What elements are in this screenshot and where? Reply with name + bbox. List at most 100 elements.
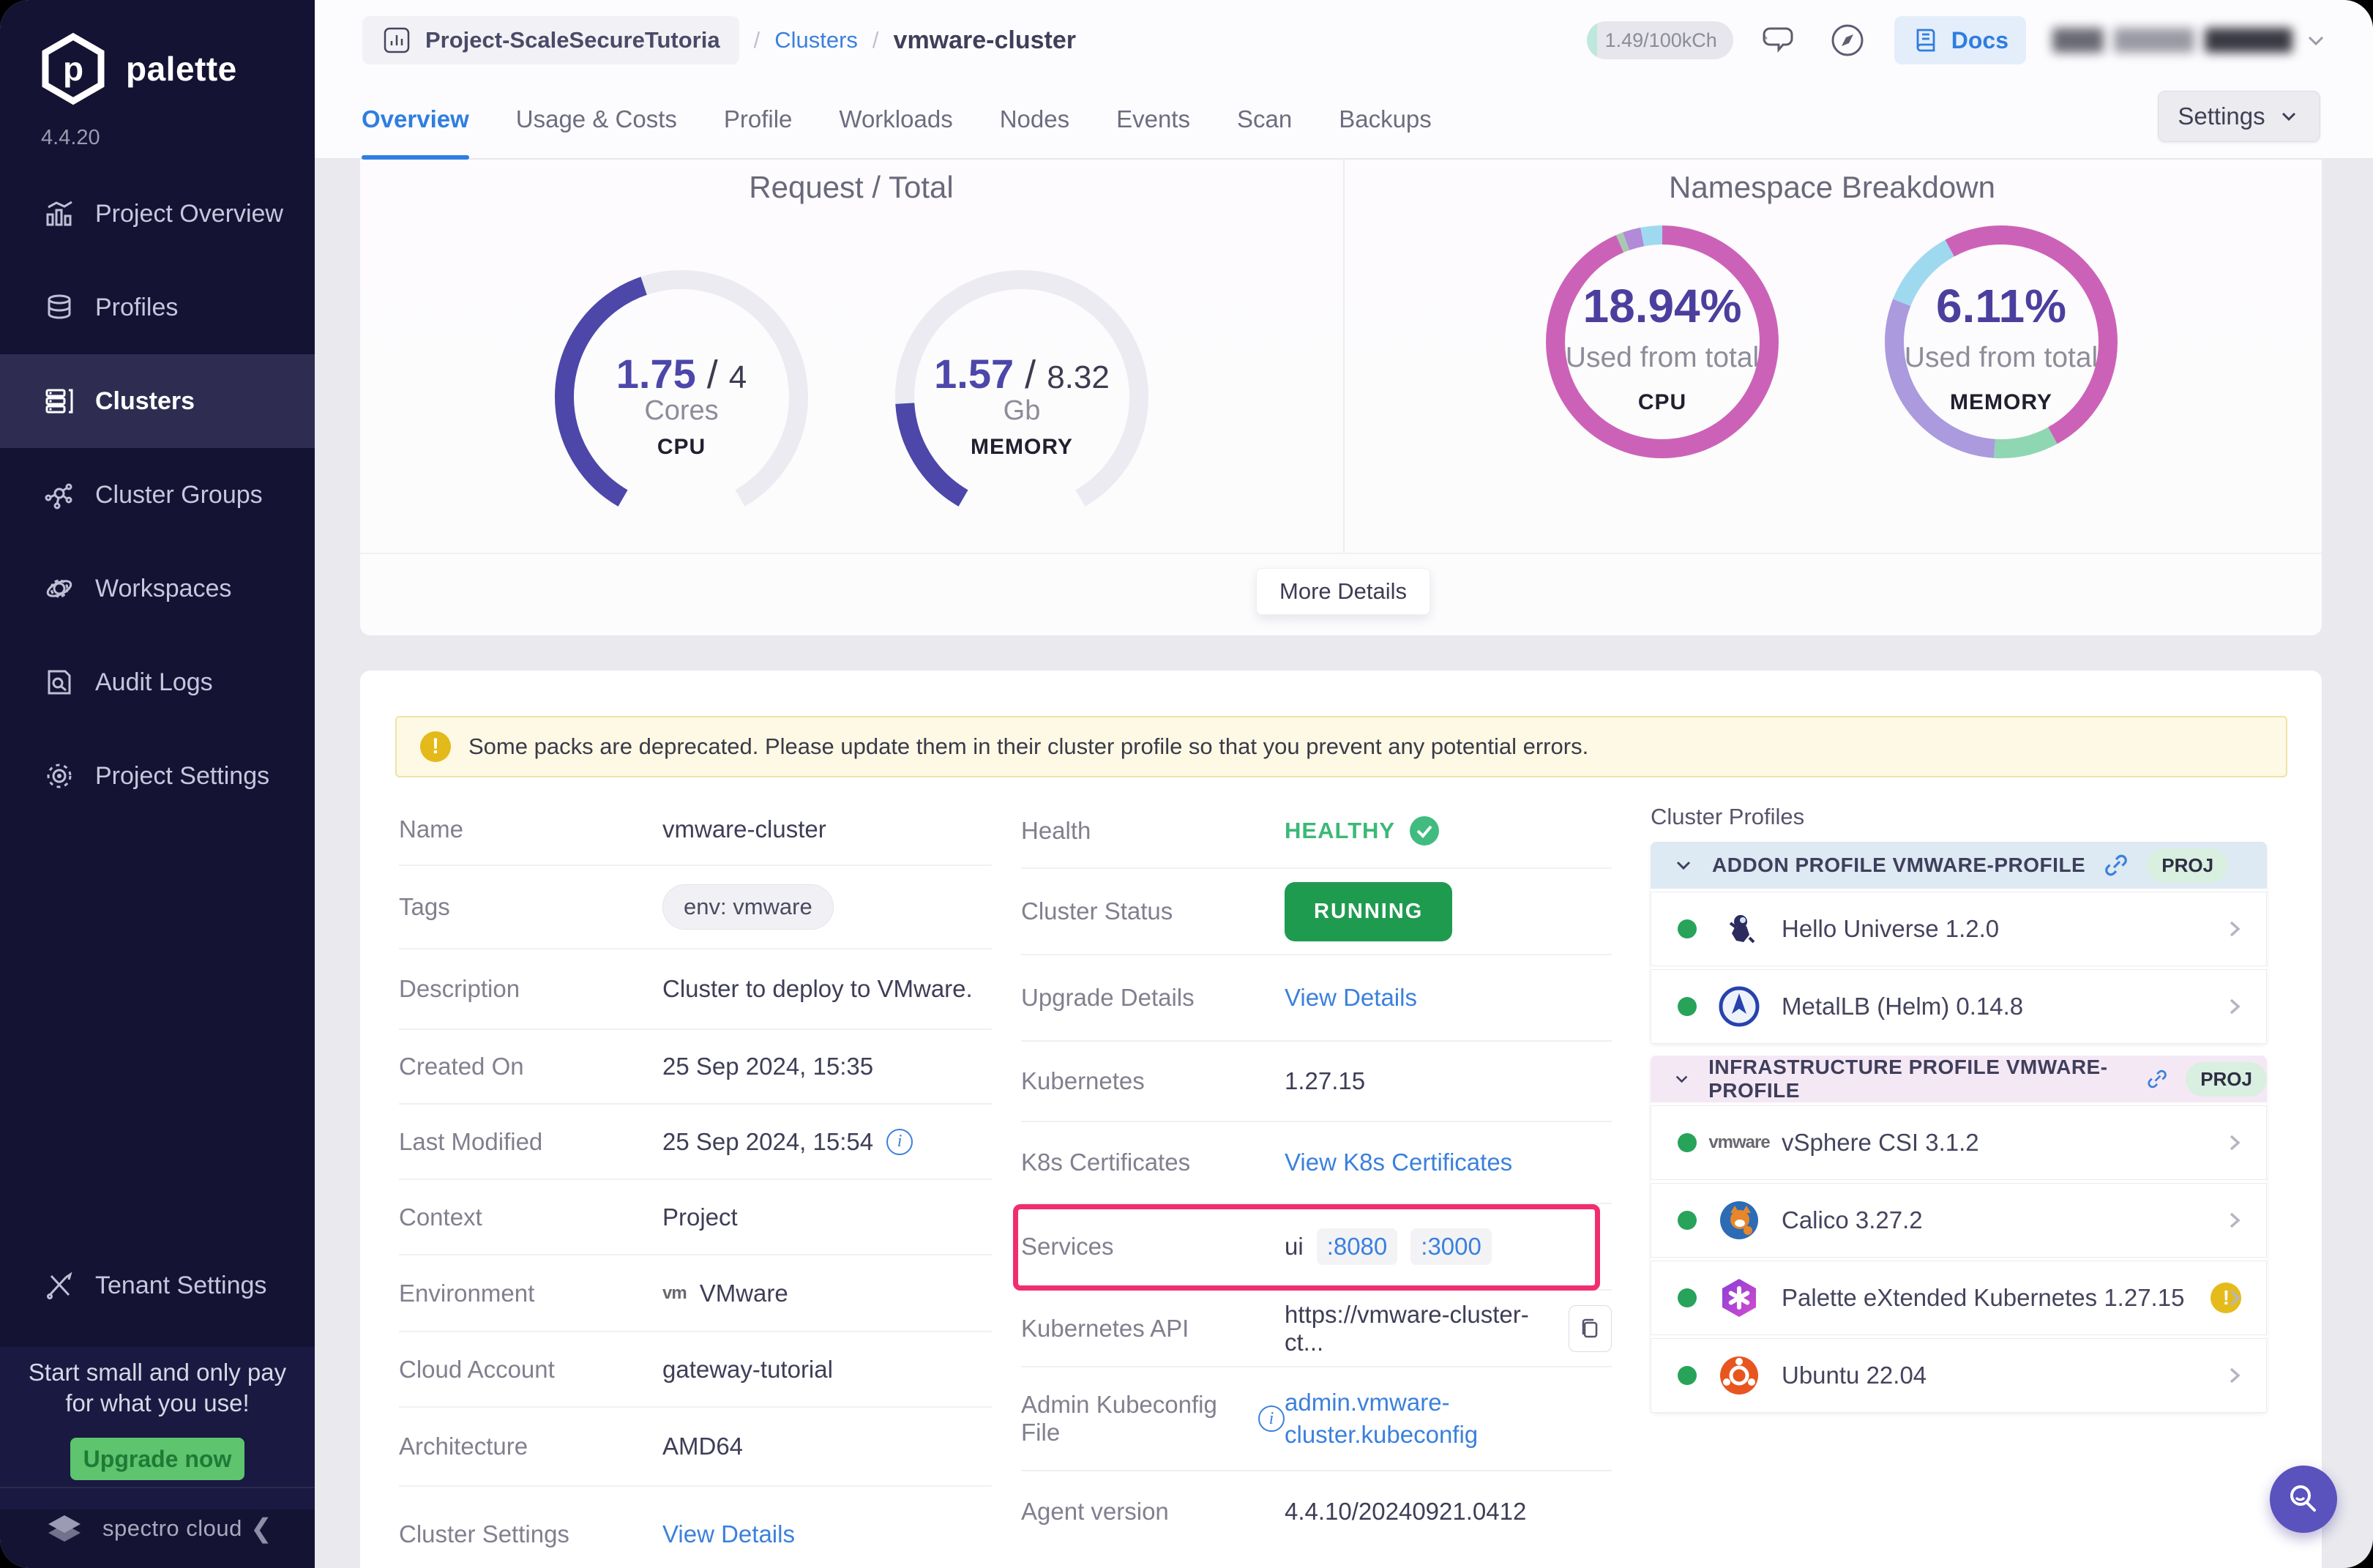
tab-events[interactable]: Events: [1116, 81, 1190, 158]
breadcrumb-clusters-link[interactable]: Clusters: [774, 27, 858, 53]
sidebar-item-audit-logs[interactable]: Audit Logs: [0, 635, 315, 729]
cpu-donut: 18.94% Used from total CPU: [1545, 225, 1779, 459]
settings-label: Settings: [2178, 102, 2265, 130]
usage-summary-card: Request / Total Namespace Breakdown 1.75…: [360, 160, 2322, 635]
sidebar-item-workspaces[interactable]: Workspaces: [0, 542, 315, 635]
sidebar-item-tenant-settings[interactable]: Tenant Settings: [0, 1239, 315, 1332]
info-icon[interactable]: i: [886, 1129, 913, 1155]
warning-icon: !: [420, 731, 451, 762]
app-window: p palette 4.4.20 Project Overview Profil…: [0, 0, 2373, 1568]
main-area: Project-ScaleSecureTutoria / Clusters / …: [315, 0, 2373, 1568]
compass-icon[interactable]: [1827, 20, 1868, 61]
detail-row-health: Health HEALTHY: [1021, 794, 1612, 869]
breadcrumb-project: Project-ScaleSecureTutoria: [425, 27, 720, 53]
view-details-link[interactable]: View Details: [662, 1520, 795, 1548]
tab-nodes[interactable]: Nodes: [1000, 81, 1069, 158]
detail-value: 1.27.15: [1285, 1067, 1365, 1095]
chevron-right-icon: [2222, 1208, 2247, 1233]
detail-label: Environment: [399, 1280, 662, 1307]
tab-profile[interactable]: Profile: [724, 81, 793, 158]
redacted-name: [2205, 28, 2292, 53]
copy-button[interactable]: [1569, 1305, 1612, 1352]
palette-logo: p palette: [0, 0, 315, 105]
breadcrumb-project-pill[interactable]: Project-ScaleSecureTutoria: [362, 16, 739, 64]
details-left-column: Name vmware-cluster Tags env: vmware Des…: [399, 794, 992, 1568]
detail-label: Cloud Account: [399, 1356, 662, 1384]
detail-row-architecture: Architecture AMD64: [399, 1408, 992, 1487]
profile-item-label: Ubuntu 22.04: [1782, 1362, 1927, 1389]
detail-label: Description: [399, 975, 662, 1003]
chevron-down-icon: [1671, 853, 1696, 878]
profile-item-ubuntu[interactable]: Ubuntu 22.04: [1651, 1338, 2267, 1413]
tab-workloads[interactable]: Workloads: [839, 81, 952, 158]
profile-item-label: vSphere CSI 3.1.2: [1782, 1129, 1979, 1157]
detail-label: K8s Certificates: [1021, 1149, 1285, 1176]
sidebar-item-cluster-groups[interactable]: Cluster Groups: [0, 448, 315, 542]
docs-button[interactable]: Docs: [1894, 16, 2026, 64]
tab-backups[interactable]: Backups: [1339, 81, 1432, 158]
detail-row-certificates: K8s Certificates View K8s Certificates: [1021, 1122, 1612, 1204]
sidebar-footer: spectro cloud ❮: [0, 1487, 315, 1568]
detail-label: Health: [1021, 817, 1285, 845]
tools-icon: [42, 1269, 76, 1302]
link-icon: [2145, 1064, 2170, 1094]
sidebar-item-project-settings[interactable]: Project Settings: [0, 729, 315, 823]
profile-item-metallb[interactable]: MetalLB (Helm) 0.14.8: [1651, 969, 2267, 1044]
tab-usage-costs[interactable]: Usage & Costs: [516, 81, 677, 158]
chevron-down-icon: [2277, 105, 2301, 128]
docs-label: Docs: [1951, 27, 2008, 54]
detail-value: 4.4.10/20240921.0412: [1285, 1498, 1526, 1526]
detail-label: Kubernetes: [1021, 1067, 1285, 1095]
detail-row-services: Services ui :8080 :3000: [1021, 1204, 1612, 1291]
project-icon: [381, 25, 412, 56]
memory-donut-caption: Used from total: [1884, 342, 2118, 374]
sidebar-item-profiles[interactable]: Profiles: [0, 261, 315, 354]
addon-profile-header[interactable]: ADDON PROFILE VMWARE-PROFILE PROJ: [1651, 842, 2267, 889]
profile-item-palette-extended-kubernetes[interactable]: Palette eXtended Kubernetes 1.27.15 !: [1651, 1261, 2267, 1335]
status-dot: [1678, 919, 1697, 938]
chevron-right-icon: [2222, 916, 2247, 941]
sidebar-tenant: Tenant Settings: [0, 1239, 315, 1332]
kubeconfig-link[interactable]: admin.vmware-cluster.kubeconfig: [1285, 1386, 1526, 1451]
upgrade-details-link[interactable]: View Details: [1285, 984, 1417, 1012]
tab-overview[interactable]: Overview: [362, 81, 469, 158]
promo-line-1: Start small and only pay: [0, 1357, 315, 1388]
cpu-donut-caption: Used from total: [1545, 342, 1779, 374]
detail-label: Name: [399, 815, 662, 843]
profile-item-label: MetalLB (Helm) 0.14.8: [1782, 993, 2023, 1020]
palette-logo-icon: p: [37, 32, 110, 105]
settings-button[interactable]: Settings: [2158, 91, 2320, 142]
cpu-donut-label: CPU: [1545, 390, 1779, 415]
sidebar-item-project-overview[interactable]: Project Overview: [0, 167, 315, 261]
search-fab[interactable]: [2270, 1466, 2337, 1533]
sidebar-item-clusters[interactable]: Clusters: [0, 354, 315, 448]
profile-item-label: Calico 3.27.2: [1782, 1206, 1923, 1234]
chart-icon: [42, 197, 76, 231]
service-port-link[interactable]: :3000: [1410, 1228, 1492, 1265]
detail-value: VMware: [700, 1280, 788, 1307]
profile-item-hello-universe[interactable]: Hello Universe 1.2.0: [1651, 892, 2267, 966]
service-port-link[interactable]: :8080: [1317, 1228, 1398, 1265]
info-icon[interactable]: i: [1258, 1405, 1285, 1432]
warning-text: Some packs are deprecated. Please update…: [468, 733, 1588, 760]
user-account[interactable]: [2052, 27, 2329, 53]
infrastructure-profile-header[interactable]: INFRASTRUCTURE PROFILE VMWARE-PROFILE PR…: [1651, 1056, 2267, 1102]
upgrade-now-button[interactable]: Upgrade now: [70, 1438, 244, 1480]
detail-row-cluster-settings: Cluster Settings View Details: [399, 1487, 992, 1568]
sidebar-item-label: Project Overview: [95, 200, 283, 228]
view-certificates-link[interactable]: View K8s Certificates: [1285, 1149, 1512, 1176]
more-details-button[interactable]: More Details: [1256, 568, 1430, 615]
profile-item-vsphere-csi[interactable]: vmware vSphere CSI 3.1.2: [1651, 1105, 2267, 1180]
sidebar: p palette 4.4.20 Project Overview Profil…: [0, 0, 315, 1568]
collapse-sidebar-icon[interactable]: ❮: [250, 1513, 272, 1544]
card-divider: [360, 553, 2322, 554]
detail-value: AMD64: [662, 1433, 743, 1460]
addon-profile-section: ADDON PROFILE VMWARE-PROFILE PROJ Hello …: [1651, 842, 2267, 1044]
detail-row-context: Context Project: [399, 1180, 992, 1255]
chat-icon[interactable]: [1760, 20, 1801, 61]
profile-item-calico[interactable]: Calico 3.27.2: [1651, 1183, 2267, 1258]
memory-donut-label: MEMORY: [1884, 390, 2118, 415]
tab-scan[interactable]: Scan: [1237, 81, 1292, 158]
cluster-profiles-title: Cluster Profiles: [1651, 804, 1804, 830]
tab-bar: Overview Usage & Costs Profile Workloads…: [315, 81, 2373, 160]
